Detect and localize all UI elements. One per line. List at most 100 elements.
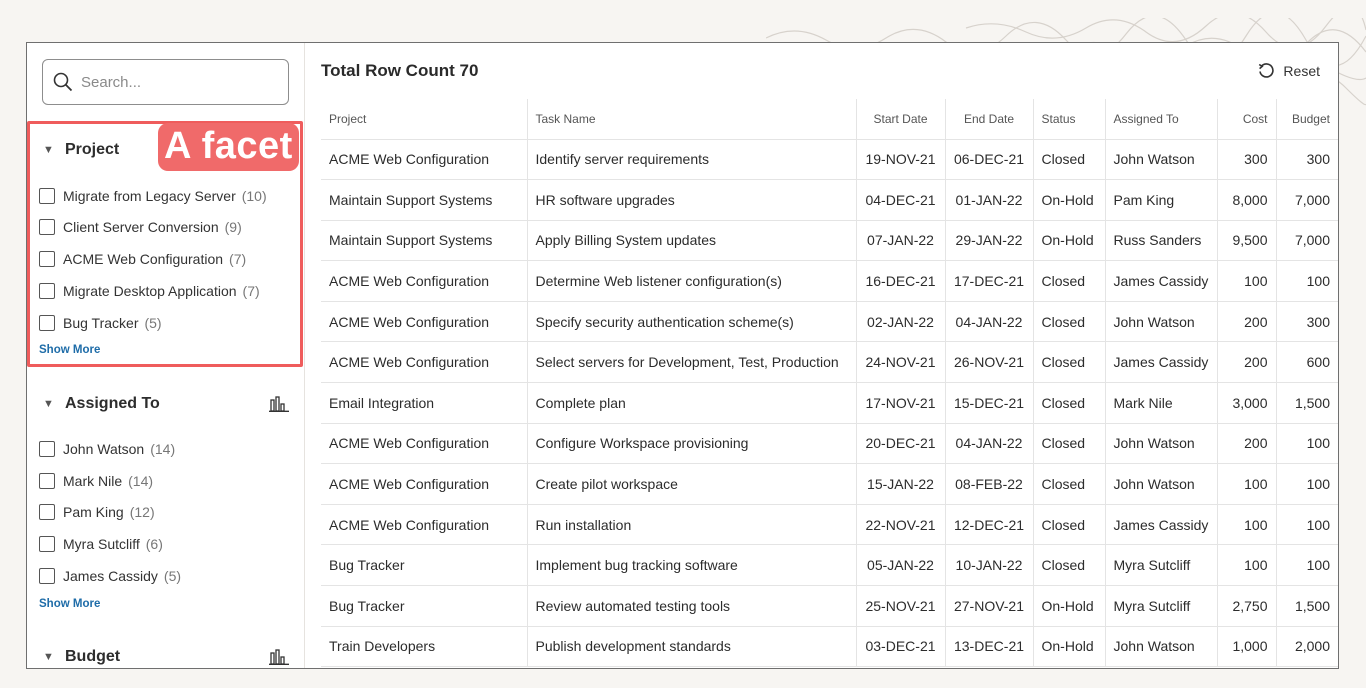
checkbox[interactable] — [39, 568, 55, 584]
table-row[interactable]: ACME Web Configuration Create pilot works… — [321, 463, 1338, 505]
cell-start-date: 20-DEC-21 — [855, 423, 945, 465]
table-row[interactable]: ACME Web Configuration Run installation 22… — [321, 504, 1338, 546]
table-row[interactable]: Bug Tracker Review automated testing tool… — [321, 585, 1338, 627]
cell-status: Closed — [1032, 504, 1105, 546]
cell-start-date: 05-JAN-22 — [855, 544, 945, 587]
facets-panel: ▼ Project Migrate from Legacy Server(10)… — [27, 43, 305, 668]
column-header-cost[interactable]: Cost — [1216, 99, 1276, 140]
cell-start-date: 02-JAN-22 — [855, 301, 945, 343]
collapse-triangle-icon[interactable]: ▼ — [39, 651, 65, 663]
table-body: ACME Web Configuration Identify server re… — [321, 139, 1338, 668]
cell-budget: 7,000 — [1275, 179, 1338, 221]
checkbox[interactable] — [39, 504, 55, 520]
facet-option[interactable]: Myra Sutcliff (6) — [39, 532, 163, 556]
facet-option[interactable]: John Watson (14) — [39, 437, 175, 461]
facet-option[interactable]: Pam King (12) — [39, 500, 155, 524]
results-toolbar: Total Row Count 70 Reset — [306, 43, 1338, 99]
cell-status: Closed — [1032, 544, 1105, 587]
cell-end-date: 01-JAN-22 — [944, 179, 1033, 221]
column-header-status[interactable]: Status — [1032, 99, 1105, 140]
cell-budget: 300 — [1275, 301, 1338, 343]
cell-budget: 1,500 — [1275, 382, 1338, 424]
cell-start-date: 17-NOV-21 — [855, 382, 945, 424]
cell-budget: 300 — [1275, 139, 1338, 181]
search-icon — [53, 72, 73, 92]
cell-status: On-Hold — [1032, 626, 1105, 668]
column-header-start-date[interactable]: Start Date — [855, 99, 945, 140]
cell-budget: 100 — [1275, 423, 1338, 465]
table-row[interactable]: Maintain Support Systems HR software upgr… — [321, 179, 1338, 221]
facet-assigned-to-header[interactable]: ▼ Assigned To — [39, 390, 289, 418]
table-row[interactable]: ACME Web Configuration Specify security a… — [321, 301, 1338, 343]
cell-assigned-to: Pam King — [1104, 179, 1217, 221]
table-header-row: Project Task Name Start Date End Date St… — [321, 99, 1338, 140]
cell-end-date: 04-JAN-22 — [944, 301, 1033, 343]
reset-icon — [1259, 63, 1275, 78]
row-count: Total Row Count 70 — [321, 61, 479, 80]
checkbox[interactable] — [39, 536, 55, 552]
cell-cost: 100 — [1216, 260, 1276, 302]
cell-cost: 9,500 — [1216, 220, 1276, 262]
search-box[interactable] — [42, 59, 289, 105]
cell-assigned-to: James Cassidy — [1104, 504, 1217, 546]
search-input[interactable] — [81, 73, 261, 91]
cell-start-date: 07-JAN-22 — [855, 220, 945, 262]
cell-end-date: 04-JAN-22 — [944, 423, 1033, 465]
show-more-link[interactable]: Show More — [39, 598, 100, 610]
table-row[interactable]: Email Integration Complete plan 17-NOV-21 1… — [321, 382, 1338, 424]
cell-status: On-Hold — [1032, 585, 1105, 627]
cell-assigned-to: Myra Sutcliff — [1104, 585, 1217, 627]
cell-task-name: Create pilot workspace — [526, 463, 856, 505]
reset-button[interactable]: Reset — [1257, 62, 1320, 80]
column-header-budget[interactable]: Budget — [1275, 99, 1338, 140]
cell-budget: 100 — [1275, 504, 1338, 546]
cell-project: Maintain Support Systems — [321, 179, 527, 221]
cell-end-date: 15-DEC-21 — [944, 382, 1033, 424]
bar-chart-icon[interactable] — [269, 649, 289, 665]
cell-task-name: Configure Workspace provisioning — [526, 423, 856, 465]
cell-assigned-to: Myra Sutcliff — [1104, 544, 1217, 587]
cell-assigned-to: Russ Sanders — [1104, 220, 1217, 262]
collapse-triangle-icon[interactable]: ▼ — [39, 398, 65, 410]
column-header-project[interactable]: Project — [321, 99, 527, 140]
cell-cost: 200 — [1216, 341, 1276, 384]
table-row[interactable]: Maintain Support Systems Apply Billing Sy… — [321, 220, 1338, 262]
table-row[interactable]: Bug Tracker Implement bug tracking softwa… — [321, 544, 1338, 587]
column-header-end-date[interactable]: End Date — [944, 99, 1033, 140]
facet-option[interactable]: James Cassidy (5) — [39, 564, 181, 588]
cell-assigned-to: John Watson — [1104, 139, 1217, 181]
checkbox[interactable] — [39, 441, 55, 457]
cell-cost: 200 — [1216, 423, 1276, 465]
checkbox[interactable] — [39, 473, 55, 489]
cell-start-date: 15-JAN-22 — [855, 463, 945, 505]
facet-callout-label: A facet — [158, 123, 299, 171]
table-row[interactable]: ACME Web Configuration Determine Web list… — [321, 260, 1338, 302]
cell-end-date: 10-JAN-22 — [944, 544, 1033, 587]
cell-start-date: 24-NOV-21 — [855, 341, 945, 384]
table-row[interactable]: ACME Web Configuration Select servers for… — [321, 341, 1338, 384]
cell-project: Maintain Support Systems — [321, 220, 527, 262]
cell-task-name: Run installation — [526, 504, 856, 546]
cell-end-date: 29-JAN-22 — [944, 220, 1033, 262]
cell-cost: 8,000 — [1216, 179, 1276, 221]
table-row[interactable]: Train Developers Publish development stan… — [321, 626, 1338, 668]
cell-project: ACME Web Configuration — [321, 341, 527, 384]
cell-task-name: Identify server requirements — [526, 139, 856, 181]
bar-chart-icon[interactable] — [269, 396, 289, 412]
cell-budget: 100 — [1275, 544, 1338, 587]
cell-assigned-to: Mark Nile — [1104, 382, 1217, 424]
table-row[interactable]: ACME Web Configuration Identify server re… — [321, 139, 1338, 181]
cell-project: ACME Web Configuration — [321, 423, 527, 465]
cell-status: Closed — [1032, 463, 1105, 505]
facet-option[interactable]: Mark Nile (14) — [39, 469, 153, 493]
cell-status: Closed — [1032, 301, 1105, 343]
cell-budget: 100 — [1275, 260, 1338, 302]
column-header-assigned-to[interactable]: Assigned To — [1104, 99, 1217, 140]
facet-budget-header[interactable]: ▼ Budget — [39, 643, 289, 668]
cell-task-name: Apply Billing System updates — [526, 220, 856, 262]
cell-budget: 7,000 — [1275, 220, 1338, 262]
cell-end-date: 13-DEC-21 — [944, 626, 1033, 668]
cell-cost: 200 — [1216, 301, 1276, 343]
column-header-task-name[interactable]: Task Name — [526, 99, 856, 140]
table-row[interactable]: ACME Web Configuration Configure Workspac… — [321, 423, 1338, 465]
